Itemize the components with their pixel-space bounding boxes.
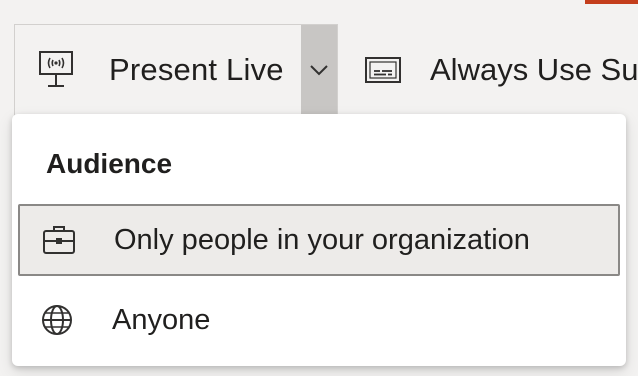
menu-item-label: Anyone	[112, 303, 211, 336]
menu-item-only-people-in-organization[interactable]: Only people in your organization	[18, 204, 620, 276]
present-live-dropdown-toggle[interactable]	[301, 25, 337, 115]
menu-item-label: Only people in your organization	[114, 223, 530, 256]
subtitles-icon	[365, 57, 401, 83]
globe-icon	[42, 305, 72, 335]
audience-menu-header: Audience	[46, 148, 173, 179]
chevron-down-icon	[310, 65, 328, 76]
briefcase-icon	[43, 226, 75, 254]
broadcast-screen-icon	[39, 51, 73, 87]
always-use-subtitles-button[interactable]: Always Use Su	[356, 24, 638, 116]
ribbon: Present Live Always Use Su	[0, 0, 638, 118]
present-live-button[interactable]: Present Live	[15, 25, 301, 115]
menu-item-anyone[interactable]: Anyone	[18, 284, 620, 356]
tab-accent-line	[585, 0, 638, 4]
audience-menu: Audience Only people in your organizatio…	[12, 114, 626, 366]
present-live-split-button: Present Live	[14, 24, 338, 116]
present-live-screen: Present Live Always Use Su Audience Only…	[0, 0, 638, 376]
always-use-subtitles-label: Always Use Su	[430, 52, 638, 87]
present-live-label: Present Live	[109, 52, 284, 87]
